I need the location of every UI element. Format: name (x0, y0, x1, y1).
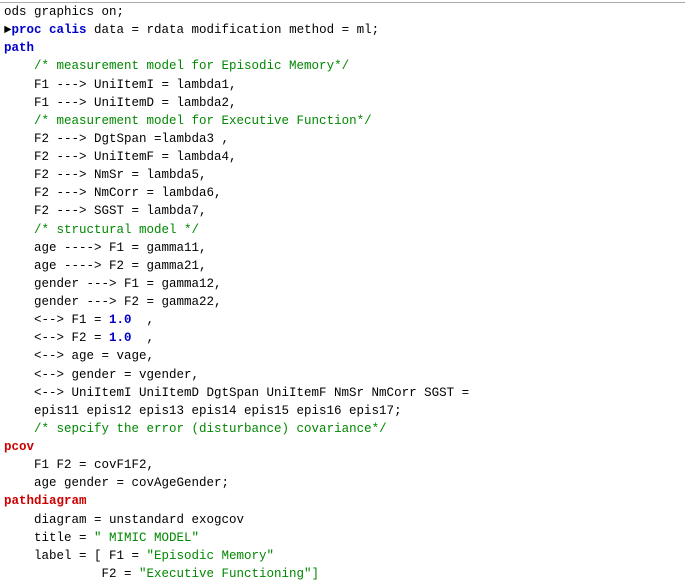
code-line: ►proc calis data = rdata modification me… (0, 21, 685, 39)
code-line: /* measurement model for Executive Funct… (0, 112, 685, 130)
code-line: label = [ F1 = "Episodic Memory" (0, 547, 685, 565)
code-line: <--> age = vage, (0, 347, 685, 365)
code-line: epis11 epis12 epis13 epis14 epis15 epis1… (0, 402, 685, 420)
code-line: F2 = "Executive Functioning"] (0, 565, 685, 583)
code-line: pathdiagram (0, 492, 685, 510)
code-line: F1 ---> UniItemI = lambda1, (0, 76, 685, 94)
code-line: /* structural model */ (0, 221, 685, 239)
code-line: age gender = covAgeGender; (0, 474, 685, 492)
code-line: F2 ---> NmCorr = lambda6, (0, 184, 685, 202)
code-line: gender ---> F1 = gamma12, (0, 275, 685, 293)
code-line: age ----> F2 = gamma21, (0, 257, 685, 275)
code-line: diagram = unstandard exogcov (0, 511, 685, 529)
code-line: ods graphics on; (0, 2, 685, 21)
code-line: gender ---> F2 = gamma22, (0, 293, 685, 311)
code-line: path (0, 39, 685, 57)
code-line: F2 ---> UniItemF = lambda4, (0, 148, 685, 166)
code-line: /* sepcify the error (disturbance) covar… (0, 420, 685, 438)
code-line: F2 ---> DgtSpan =lambda3 , (0, 130, 685, 148)
code-line: /* measurement model for Episodic Memory… (0, 57, 685, 75)
code-line: age ----> F1 = gamma11, (0, 239, 685, 257)
code-line: F2 ---> NmSr = lambda5, (0, 166, 685, 184)
code-line: F1 ---> UniItemD = lambda2, (0, 94, 685, 112)
code-editor: ods graphics on;►proc calis data = rdata… (0, 0, 685, 584)
code-line: <--> F2 = 1.0 , (0, 329, 685, 347)
code-line: <--> UniItemI UniItemD DgtSpan UniItemF … (0, 384, 685, 402)
code-line: F2 ---> SGST = lambda7, (0, 202, 685, 220)
code-line: F1 F2 = covF1F2, (0, 456, 685, 474)
code-line: pcov (0, 438, 685, 456)
code-line: title = " MIMIC MODEL" (0, 529, 685, 547)
code-line: <--> F1 = 1.0 , (0, 311, 685, 329)
code-line: <--> gender = vgender, (0, 366, 685, 384)
